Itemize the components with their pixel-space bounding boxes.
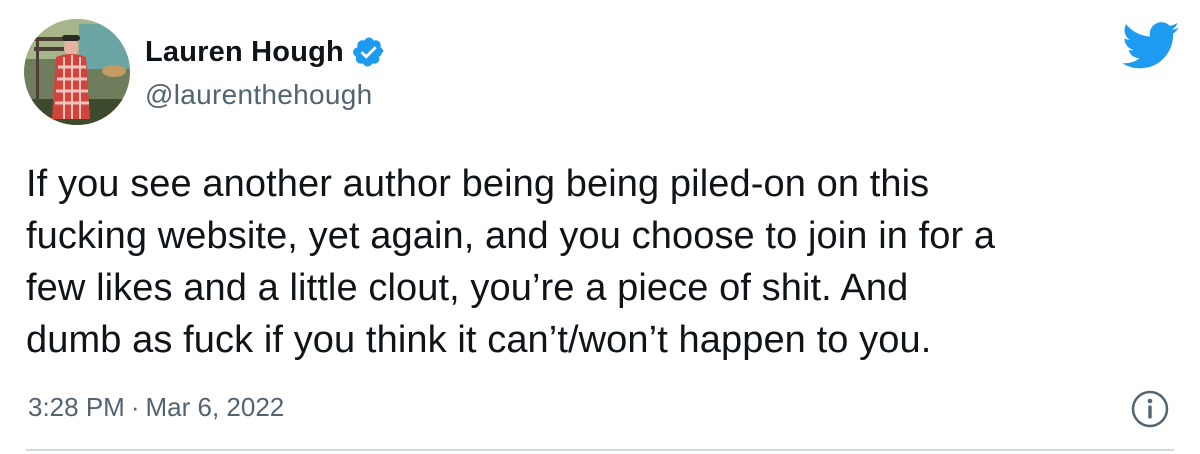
verified-badge-icon [352, 35, 386, 69]
tweet-date: Mar 6, 2022 [145, 392, 285, 422]
avatar-photo [24, 19, 130, 125]
author-display-name[interactable]: Lauren Hough [145, 36, 344, 69]
info-icon[interactable] [1130, 389, 1170, 429]
author-handle[interactable]: @laurenthehough [145, 79, 373, 111]
divider [26, 449, 1174, 451]
author-name-row: Lauren Hough [145, 32, 386, 72]
avatar[interactable] [24, 19, 130, 125]
tweet-text: If you see another author being being pi… [26, 163, 996, 361]
twitter-bird-icon[interactable] [1122, 22, 1180, 70]
timestamp-separator: · [130, 392, 140, 422]
tweet-time: 3:28 PM [28, 392, 125, 422]
tweet-card: Lauren Hough @laurenthehough If you see … [0, 0, 1200, 454]
tweet-timestamp[interactable]: 3:28 PM · Mar 6, 2022 [28, 392, 284, 423]
